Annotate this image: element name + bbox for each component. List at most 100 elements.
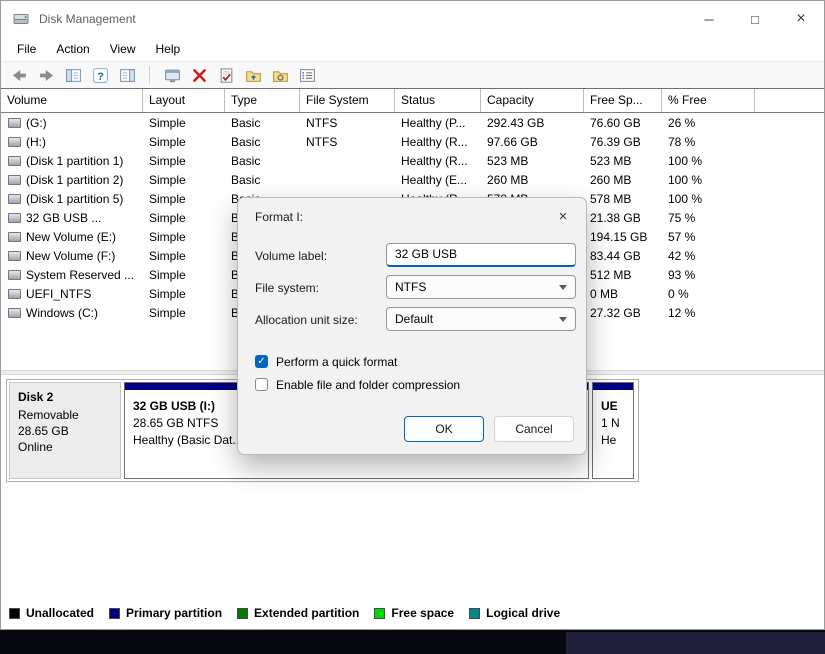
- minimize-button[interactable]: ─: [686, 1, 732, 37]
- ok-button[interactable]: OK: [404, 416, 484, 442]
- file-system-select[interactable]: NTFS: [386, 275, 576, 299]
- partition-text: UE1 NHe: [593, 390, 633, 449]
- disk-properties-icon[interactable]: [160, 63, 184, 87]
- capacity-cell: 260 MB: [481, 173, 584, 187]
- column-header-file-system[interactable]: File System: [300, 89, 395, 112]
- layout-cell: Simple: [143, 135, 225, 149]
- volume-icon: [8, 232, 21, 242]
- free-space-cell: 83.44 GB: [584, 249, 662, 263]
- format-dialog: Format I: × Volume label:32 GB USBFile s…: [237, 197, 587, 455]
- free-space-cell: 260 MB: [584, 173, 662, 187]
- column-header-free-sp[interactable]: Free Sp...: [584, 89, 662, 112]
- layout-cell: Simple: [143, 287, 225, 301]
- legend-label: Extended partition: [254, 606, 359, 620]
- volume-icon: [8, 213, 21, 223]
- layout-cell: Simple: [143, 116, 225, 130]
- compression-checkbox[interactable]: Enable file and folder compression: [238, 373, 586, 396]
- partition-uefi-ntfs[interactable]: UE1 NHe: [592, 382, 634, 479]
- column-header-capacity[interactable]: Capacity: [481, 89, 584, 112]
- cancel-button[interactable]: Cancel: [494, 416, 574, 442]
- dialog-fields: Volume label: 32 GB USB File system: NTFS Al…: [238, 243, 586, 339]
- taskbar-right: [566, 632, 825, 654]
- window-title: Disk Management: [39, 12, 136, 26]
- capacity-cell: 523 MB: [481, 154, 584, 168]
- legend-item-primary-partition: Primary partition: [109, 606, 222, 620]
- select-value: Default: [395, 312, 433, 326]
- format-volume-icon[interactable]: [214, 63, 238, 87]
- chevron-down-icon: [559, 285, 567, 290]
- disk-2-label[interactable]: Disk 2 Removable 28.65 GB Online: [9, 382, 121, 479]
- volume-icon: [8, 175, 21, 185]
- free-space-cell: 0 MB: [584, 287, 662, 301]
- volume-row-2[interactable]: (Disk 1 partition 1)SimpleBasicHealthy (…: [1, 151, 824, 170]
- disk-size: 28.65 GB: [18, 423, 112, 439]
- volume-name: UEFI_NTFS: [26, 287, 91, 301]
- volume-name-cell: (Disk 1 partition 2): [1, 173, 143, 187]
- status-cell: Healthy (R...: [395, 154, 481, 168]
- allocation-unit-size-label: Allocation unit size:: [255, 313, 358, 327]
- volume-name-cell: 32 GB USB ...: [1, 211, 143, 225]
- file-system-label: File system:: [255, 281, 319, 295]
- column-header-type[interactable]: Type: [225, 89, 300, 112]
- layout-cell: Simple: [143, 173, 225, 187]
- disk-type: Removable: [18, 407, 112, 423]
- column-header-status[interactable]: Status: [395, 89, 481, 112]
- volume-name: 32 GB USB ...: [26, 211, 101, 225]
- volume-name-cell: (G:): [1, 116, 143, 130]
- menu-item-action[interactable]: Action: [46, 38, 99, 60]
- menu-item-view[interactable]: View: [100, 38, 146, 60]
- volume-name: (G:): [26, 116, 47, 130]
- details-view-icon[interactable]: [295, 63, 319, 87]
- volume-icon: [8, 194, 21, 204]
- volume-name: Windows (C:): [26, 306, 98, 320]
- menu-item-help[interactable]: Help: [146, 38, 191, 60]
- svg-text:?: ?: [97, 70, 104, 82]
- file-system-cell: NTFS: [300, 116, 395, 130]
- screen: Disk Management ─ □ × FileActionViewHelp…: [0, 0, 825, 654]
- volume-icon: [8, 251, 21, 261]
- volume-name: (Disk 1 partition 5): [26, 192, 123, 206]
- column-header-free[interactable]: % Free: [662, 89, 755, 112]
- dialog-field-row: Volume label: 32 GB USB: [238, 243, 586, 275]
- help-icon[interactable]: ?: [88, 63, 112, 87]
- free-space-cell: 194.15 GB: [584, 230, 662, 244]
- layout-cell: Simple: [143, 268, 225, 282]
- back-icon[interactable]: [7, 63, 31, 87]
- forward-icon[interactable]: [34, 63, 58, 87]
- partition-size-label: 1 N: [601, 415, 625, 432]
- checkbox-checked-icon: ✓: [255, 355, 268, 368]
- delete-volume-icon[interactable]: [187, 63, 211, 87]
- layout-cell: Simple: [143, 249, 225, 263]
- explore-icon[interactable]: [268, 63, 292, 87]
- percent-free-cell: 75 %: [662, 211, 755, 225]
- percent-free-cell: 42 %: [662, 249, 755, 263]
- volume-name: New Volume (E:): [26, 230, 116, 244]
- percent-free-cell: 12 %: [662, 306, 755, 320]
- menu-item-file[interactable]: File: [7, 38, 46, 60]
- action-pane-icon[interactable]: [115, 63, 139, 87]
- volume-name-cell: System Reserved ...: [1, 268, 143, 282]
- column-header-volume[interactable]: Volume: [1, 89, 143, 112]
- volume-row-1[interactable]: (H:)SimpleBasicNTFSHealthy (R...97.66 GB…: [1, 132, 824, 151]
- open-icon[interactable]: [241, 63, 265, 87]
- volume-name-cell: Windows (C:): [1, 306, 143, 320]
- volume-row-0[interactable]: (G:)SimpleBasicNTFSHealthy (P...292.43 G…: [1, 113, 824, 132]
- volume-label-input[interactable]: 32 GB USB: [386, 243, 576, 267]
- quick-format-checkbox[interactable]: ✓Perform a quick format: [238, 350, 586, 373]
- close-button[interactable]: ×: [778, 1, 824, 37]
- volume-label-label: Volume label:: [255, 249, 327, 263]
- allocation-unit-size-select[interactable]: Default: [386, 307, 576, 331]
- volume-row-3[interactable]: (Disk 1 partition 2)SimpleBasicHealthy (…: [1, 170, 824, 189]
- legend-label: Logical drive: [486, 606, 560, 620]
- console-tree-icon[interactable]: [61, 63, 85, 87]
- volume-list-header: VolumeLayoutTypeFile SystemStatusCapacit…: [1, 89, 824, 113]
- dialog-close-icon[interactable]: ×: [549, 205, 577, 229]
- status-cell: Healthy (P...: [395, 116, 481, 130]
- column-header-layout[interactable]: Layout: [143, 89, 225, 112]
- volume-icon: [8, 118, 21, 128]
- free-space-cell: 578 MB: [584, 192, 662, 206]
- volume-name-cell: UEFI_NTFS: [1, 287, 143, 301]
- file-system-cell: NTFS: [300, 135, 395, 149]
- maximize-button[interactable]: □: [732, 1, 778, 37]
- partition-status-label: He: [601, 432, 625, 449]
